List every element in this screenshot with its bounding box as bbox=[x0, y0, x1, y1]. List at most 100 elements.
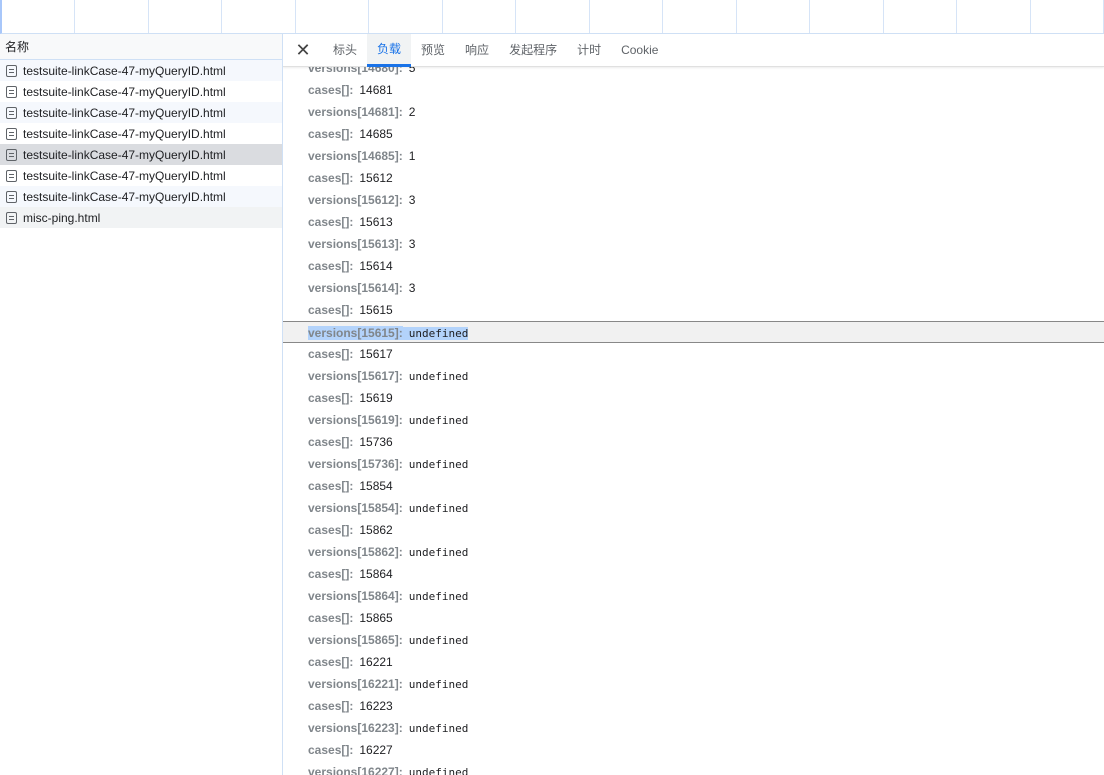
payload-value: 16227 bbox=[359, 743, 393, 757]
payload-entry[interactable]: cases[]: 16221 bbox=[283, 651, 1104, 673]
tab-0[interactable]: 标头 bbox=[323, 34, 367, 67]
payload-key: cases[]: bbox=[308, 611, 354, 625]
payload-entry[interactable]: cases[]: 15615 bbox=[283, 299, 1104, 321]
payload-value: undefined bbox=[408, 458, 469, 471]
payload-entry[interactable]: versions[15615]: undefined bbox=[283, 321, 1104, 343]
payload-value: 15612 bbox=[359, 171, 393, 185]
request-row[interactable]: testsuite-linkCase-47-myQueryID.html bbox=[0, 165, 282, 186]
payload-key: cases[]: bbox=[308, 83, 354, 97]
payload-entry[interactable]: cases[]: 15864 bbox=[283, 563, 1104, 585]
payload-entry[interactable]: cases[]: 15613 bbox=[283, 211, 1104, 233]
payload-entry[interactable]: versions[15613]: 3 bbox=[283, 233, 1104, 255]
request-name: testsuite-linkCase-47-myQueryID.html bbox=[23, 189, 226, 204]
request-name: testsuite-linkCase-47-myQueryID.html bbox=[23, 63, 226, 78]
payload-entry[interactable]: cases[]: 15862 bbox=[283, 519, 1104, 541]
payload-entry[interactable]: cases[]: 15617 bbox=[283, 343, 1104, 365]
request-row[interactable]: testsuite-linkCase-47-myQueryID.html bbox=[0, 186, 282, 207]
details-tabbar: ✕ 标头 负载 预览 响应 发起程序 计时 Cookie bbox=[283, 34, 1104, 67]
payload-entry[interactable]: cases[]: 15865 bbox=[283, 607, 1104, 629]
payload-key: cases[]: bbox=[308, 435, 354, 449]
request-row[interactable]: testsuite-linkCase-47-myQueryID.html bbox=[0, 144, 282, 165]
payload-key: versions[14681]: bbox=[308, 105, 403, 119]
payload-value: undefined bbox=[408, 546, 469, 559]
payload-value: undefined bbox=[402, 327, 469, 340]
tab-1[interactable]: 负载 bbox=[367, 34, 412, 67]
payload-key: cases[]: bbox=[308, 215, 354, 229]
payload-key: cases[]: bbox=[308, 523, 354, 537]
payload-entry[interactable]: versions[15614]: 3 bbox=[283, 277, 1104, 299]
payload-key: versions[15613]: bbox=[308, 237, 403, 251]
payload-value: 3 bbox=[408, 237, 416, 251]
request-name: misc-ping.html bbox=[23, 210, 101, 225]
payload-value: 15619 bbox=[359, 391, 393, 405]
payload-entry[interactable]: versions[15854]: undefined bbox=[283, 497, 1104, 519]
payload-entry[interactable]: cases[]: 15736 bbox=[283, 431, 1104, 453]
payload-entry[interactable]: versions[15617]: undefined bbox=[283, 365, 1104, 387]
tab-2[interactable]: 预览 bbox=[411, 34, 455, 67]
payload-entry[interactable]: versions[14681]: 2 bbox=[283, 101, 1104, 123]
name-column-header[interactable]: 名称 bbox=[0, 34, 282, 60]
tab-5[interactable]: 计时 bbox=[567, 34, 611, 67]
tab-4[interactable]: 发起程序 bbox=[499, 34, 567, 67]
payload-entry[interactable]: cases[]: 16223 bbox=[283, 695, 1104, 717]
document-icon bbox=[6, 85, 17, 98]
payload-entry[interactable]: versions[15862]: undefined bbox=[283, 541, 1104, 563]
timeline-overview[interactable] bbox=[0, 0, 1104, 34]
payload-key: cases[]: bbox=[308, 479, 354, 493]
payload-value: 16221 bbox=[359, 655, 393, 669]
payload-key: versions[15617]: bbox=[308, 369, 403, 383]
payload-value: undefined bbox=[408, 678, 469, 691]
payload-key: versions[15854]: bbox=[308, 501, 403, 515]
payload-key: versions[15865]: bbox=[308, 633, 403, 647]
tab-3[interactable]: 响应 bbox=[455, 34, 499, 67]
request-name: testsuite-linkCase-47-myQueryID.html bbox=[23, 84, 226, 99]
payload-view: versions[14680]: 5 cases[]: 14681 versions[1… bbox=[283, 57, 1104, 775]
payload-entry[interactable]: cases[]: 14681 bbox=[283, 79, 1104, 101]
close-icon[interactable]: ✕ bbox=[283, 40, 323, 61]
payload-entry[interactable]: versions[15612]: 3 bbox=[283, 189, 1104, 211]
payload-key: cases[]: bbox=[308, 699, 354, 713]
payload-key: versions[15614]: bbox=[308, 281, 403, 295]
tab-6[interactable]: Cookie bbox=[611, 34, 668, 67]
request-row[interactable]: testsuite-linkCase-47-myQueryID.html bbox=[0, 81, 282, 102]
payload-key: versions[15619]: bbox=[308, 413, 403, 427]
payload-entry[interactable]: versions[15736]: undefined bbox=[283, 453, 1104, 475]
payload-value: 15617 bbox=[359, 347, 393, 361]
payload-value: 15613 bbox=[359, 215, 393, 229]
payload-entry[interactable]: versions[16223]: undefined bbox=[283, 717, 1104, 739]
payload-value: 15854 bbox=[359, 479, 393, 493]
payload-value: undefined bbox=[408, 502, 469, 515]
payload-entry[interactable]: cases[]: 14685 bbox=[283, 123, 1104, 145]
payload-key: versions[15736]: bbox=[308, 457, 403, 471]
request-row[interactable]: testsuite-linkCase-47-myQueryID.html bbox=[0, 102, 282, 123]
payload-key: cases[]: bbox=[308, 259, 354, 273]
payload-key: versions[16223]: bbox=[308, 721, 403, 735]
payload-key: cases[]: bbox=[308, 391, 354, 405]
payload-key: versions[15862]: bbox=[308, 545, 403, 559]
payload-value: undefined bbox=[408, 590, 469, 603]
payload-entry[interactable]: versions[15864]: undefined bbox=[283, 585, 1104, 607]
payload-entry[interactable]: versions[15865]: undefined bbox=[283, 629, 1104, 651]
payload-key: versions[15612]: bbox=[308, 193, 403, 207]
payload-value: 14685 bbox=[359, 127, 393, 141]
payload-entry[interactable]: cases[]: 15612 bbox=[283, 167, 1104, 189]
document-icon bbox=[6, 148, 17, 161]
request-row[interactable]: misc-ping.html bbox=[0, 207, 282, 228]
payload-value: undefined bbox=[408, 370, 469, 383]
payload-entry[interactable]: cases[]: 15614 bbox=[283, 255, 1104, 277]
payload-entry[interactable]: cases[]: 16227 bbox=[283, 739, 1104, 761]
payload-entry[interactable]: versions[14685]: 1 bbox=[283, 145, 1104, 167]
document-icon bbox=[6, 211, 17, 224]
request-row[interactable]: testsuite-linkCase-47-myQueryID.html bbox=[0, 60, 282, 81]
payload-entry[interactable]: cases[]: 15619 bbox=[283, 387, 1104, 409]
payload-entry[interactable]: versions[16221]: undefined bbox=[283, 673, 1104, 695]
request-name: testsuite-linkCase-47-myQueryID.html bbox=[23, 126, 226, 141]
document-icon bbox=[6, 169, 17, 182]
payload-entry[interactable]: versions[15619]: undefined bbox=[283, 409, 1104, 431]
payload-value: 14681 bbox=[359, 83, 393, 97]
request-row[interactable]: testsuite-linkCase-47-myQueryID.html bbox=[0, 123, 282, 144]
payload-entry[interactable]: cases[]: 15854 bbox=[283, 475, 1104, 497]
payload-value: 16223 bbox=[359, 699, 393, 713]
payload-entry[interactable]: versions[16227]: undefined bbox=[283, 761, 1104, 775]
payload-key: versions[16221]: bbox=[308, 677, 403, 691]
